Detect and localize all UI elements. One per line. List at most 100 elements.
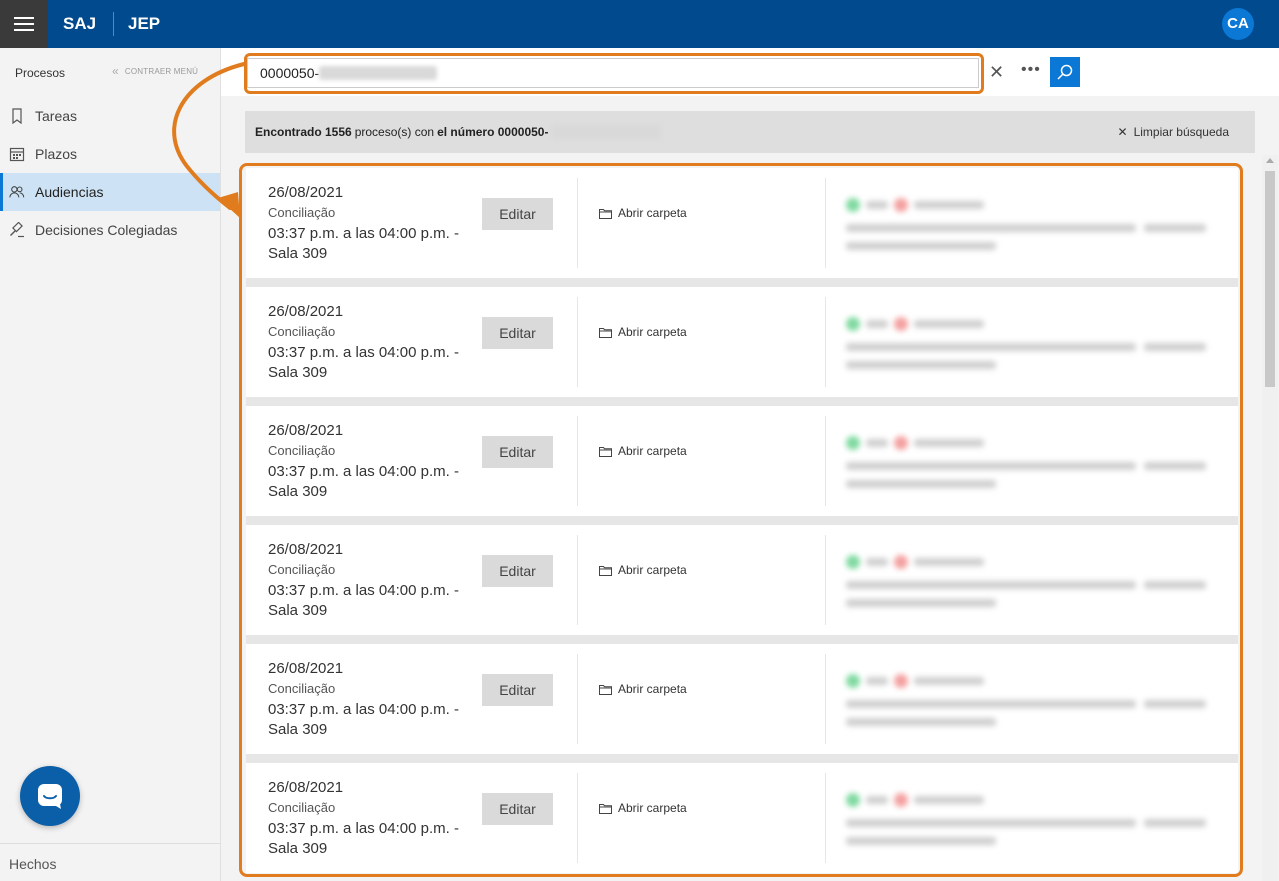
sidebar-item-label: Decisiones Colegiadas — [35, 222, 178, 238]
open-folder-link[interactable]: Abrir carpeta — [599, 801, 687, 815]
divider — [825, 178, 826, 268]
card-separator — [246, 635, 1238, 644]
hearing-date: 26/08/2021 — [268, 541, 344, 558]
hearing-card: 26/08/2021 Conciliação 03:37 p.m. a las … — [246, 525, 1238, 635]
search-area: 0000050- ✕ ••• — [221, 48, 1279, 96]
gavel-icon — [9, 222, 25, 238]
scrollbar-thumb[interactable] — [1265, 171, 1275, 387]
clear-search-label: Limpiar búsqueda — [1133, 125, 1229, 139]
search-input[interactable]: 0000050- — [247, 58, 979, 88]
open-folder-label: Abrir carpeta — [618, 801, 687, 815]
hearing-date: 26/08/2021 — [268, 422, 344, 439]
brand-divider — [113, 12, 114, 36]
sidebar-item-decisiones-colegiadas[interactable]: Decisiones Colegiadas — [0, 211, 220, 249]
redacted-number — [551, 125, 662, 139]
card-separator — [246, 278, 1238, 287]
sidebar-item-audiencias[interactable]: Audiencias — [0, 173, 220, 211]
sidebar-footer[interactable]: Hechos — [0, 843, 220, 881]
collapse-menu-label: CONTRAER MENÚ — [124, 66, 199, 76]
hearing-card: 26/08/2021 Conciliação 03:37 p.m. a las … — [246, 644, 1238, 754]
redacted-number — [319, 66, 438, 80]
edit-button[interactable]: Editar — [482, 555, 553, 587]
hearing-time: 03:37 p.m. a las 04:00 p.m. - Sala 309 — [268, 701, 459, 738]
collapse-menu-button[interactable]: « CONTRAER MENÚ — [112, 64, 198, 78]
hearing-type: Conciliação — [268, 205, 336, 220]
results-query: el número 0000050- — [437, 125, 549, 139]
edit-button[interactable]: Editar — [482, 674, 553, 706]
hearing-date: 26/08/2021 — [268, 660, 344, 677]
results-count: Encontrado 1556 — [255, 125, 352, 139]
open-folder-label: Abrir carpeta — [618, 444, 687, 458]
brand-jep[interactable]: JEP — [128, 0, 160, 48]
results-summary: Encontrado 1556 proceso(s) con el número… — [255, 125, 662, 139]
sidebar-item-plazos[interactable]: Plazos — [0, 135, 220, 173]
hearing-card: 26/08/2021 Conciliação 03:37 p.m. a las … — [246, 406, 1238, 516]
folder-icon — [599, 208, 612, 219]
hearing-time: 03:37 p.m. a las 04:00 p.m. - Sala 309 — [268, 463, 459, 500]
open-folder-link[interactable]: Abrir carpeta — [599, 563, 687, 577]
sidebar-item-tareas[interactable]: Tareas — [0, 97, 220, 135]
folder-icon — [599, 803, 612, 814]
open-folder-label: Abrir carpeta — [618, 206, 687, 220]
hearing-time: 03:37 p.m. a las 04:00 p.m. - Sala 309 — [268, 225, 459, 262]
open-folder-link[interactable]: Abrir carpeta — [599, 444, 687, 458]
clear-input-icon[interactable]: ✕ — [989, 63, 1004, 81]
redacted-details — [844, 186, 1214, 256]
open-folder-label: Abrir carpeta — [618, 563, 687, 577]
close-icon: ✕ — [1117, 125, 1128, 139]
redacted-details — [844, 781, 1214, 851]
card-separator — [246, 397, 1238, 406]
calendar-icon — [9, 146, 25, 162]
bookmark-icon — [9, 108, 25, 124]
brand-saj[interactable]: SAJ — [63, 0, 96, 48]
card-separator — [246, 754, 1238, 763]
redacted-details — [844, 305, 1214, 375]
divider — [577, 535, 578, 625]
redacted-details — [844, 424, 1214, 494]
redacted-details — [844, 662, 1214, 732]
open-folder-label: Abrir carpeta — [618, 325, 687, 339]
divider — [577, 654, 578, 744]
sidebar-header: Procesos — [15, 66, 66, 80]
folder-icon — [599, 446, 612, 457]
scroll-up-arrow-icon[interactable] — [1266, 158, 1274, 163]
hearing-card: 26/08/2021 Conciliação 03:37 p.m. a las … — [246, 287, 1238, 397]
hearing-time: 03:37 p.m. a las 04:00 p.m. - Sala 309 — [268, 820, 459, 857]
sidebar-item-label: Audiencias — [35, 184, 104, 200]
divider — [577, 416, 578, 506]
search-input-value: 0000050- — [260, 65, 320, 81]
hearing-card: 26/08/2021 Conciliação 03:37 p.m. a las … — [246, 168, 1238, 278]
search-button[interactable] — [1050, 57, 1080, 87]
hamburger-menu-icon[interactable] — [0, 0, 48, 48]
results-middle: proceso(s) con — [354, 125, 435, 139]
edit-button[interactable]: Editar — [482, 793, 553, 825]
folder-icon — [599, 565, 612, 576]
divider — [825, 654, 826, 744]
user-avatar[interactable]: CA — [1222, 8, 1254, 40]
divider — [825, 297, 826, 387]
chat-button[interactable] — [20, 766, 80, 826]
open-folder-link[interactable]: Abrir carpeta — [599, 206, 687, 220]
divider — [825, 773, 826, 863]
card-separator — [246, 516, 1238, 525]
double-chevron-left-icon: « — [112, 64, 119, 78]
hearing-time: 03:37 p.m. a las 04:00 p.m. - Sala 309 — [268, 582, 459, 619]
top-bar: SAJ JEP CA — [0, 0, 1279, 48]
divider — [825, 416, 826, 506]
sidebar-item-label: Tareas — [35, 108, 78, 124]
hearing-card: 26/08/2021 Conciliação 03:37 p.m. a las … — [246, 763, 1238, 873]
results-summary-bar: Encontrado 1556 proceso(s) con el número… — [245, 111, 1255, 153]
edit-button[interactable]: Editar — [482, 317, 553, 349]
edit-button[interactable]: Editar — [482, 198, 553, 230]
people-icon — [9, 184, 25, 200]
hearing-date: 26/08/2021 — [268, 779, 344, 796]
divider — [577, 773, 578, 863]
clear-search-button[interactable]: ✕ Limpiar búsqueda — [1118, 125, 1229, 139]
sidebar-footer-label: Hechos — [9, 856, 57, 872]
hearing-type: Conciliação — [268, 562, 336, 577]
edit-button[interactable]: Editar — [482, 436, 553, 468]
open-folder-link[interactable]: Abrir carpeta — [599, 682, 687, 696]
scrollbar[interactable] — [1262, 155, 1278, 881]
open-folder-link[interactable]: Abrir carpeta — [599, 325, 687, 339]
more-options-icon[interactable]: ••• — [1021, 61, 1041, 79]
